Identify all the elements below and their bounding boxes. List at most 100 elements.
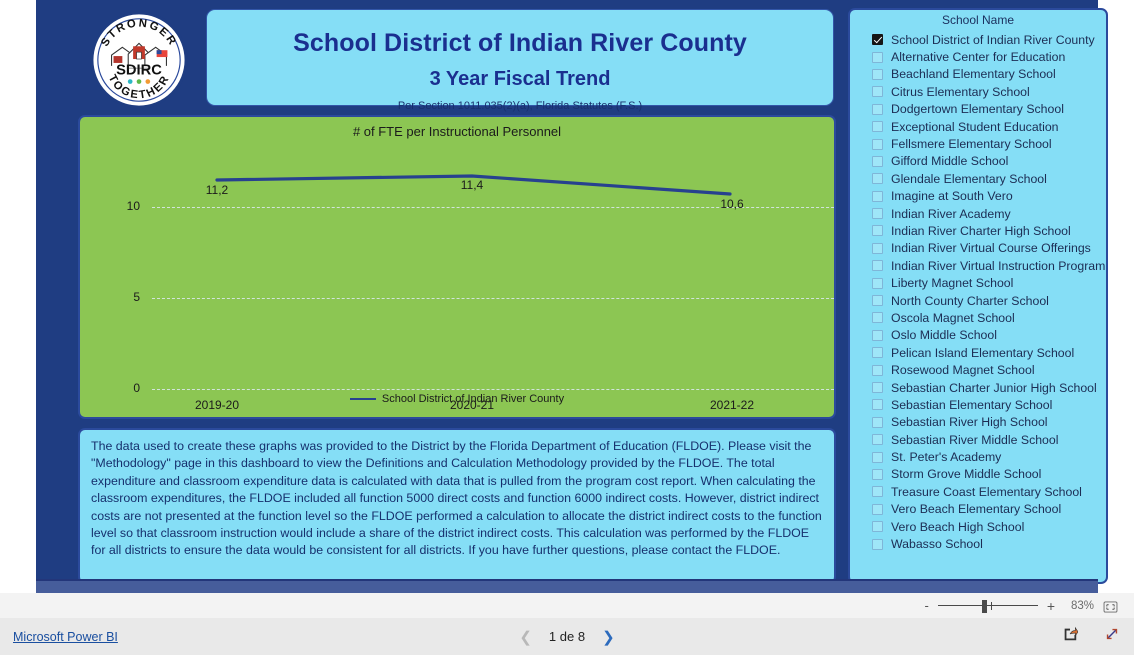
slicer-item-label: North County Charter School [891, 293, 1049, 308]
zoom-slider-tick [990, 601, 992, 610]
slicer-item[interactable]: Indian River Academy [872, 205, 1106, 222]
report-title-card: School District of Indian River County 3… [206, 9, 834, 112]
checkbox-icon[interactable] [872, 382, 883, 393]
checkbox-icon[interactable] [872, 155, 883, 167]
school-name-slicer[interactable]: School Name School District of Indian Ri… [848, 8, 1108, 584]
checkbox-icon[interactable] [872, 103, 883, 115]
slicer-item-label: Sebastian River High School [891, 415, 1048, 430]
checkbox-icon[interactable] [872, 312, 883, 324]
checkbox-icon[interactable] [872, 208, 883, 220]
slicer-item[interactable]: Liberty Magnet School [872, 274, 1106, 291]
slicer-item[interactable]: Storm Grove Middle School [872, 466, 1106, 483]
checkbox-icon[interactable] [872, 521, 883, 533]
legend-label: School District of Indian River County [381, 393, 565, 405]
checkbox-checked-icon[interactable] [872, 34, 883, 46]
checkbox-icon[interactable] [872, 434, 883, 446]
slicer-item[interactable]: Vero Beach Elementary School [872, 501, 1106, 518]
slicer-item[interactable]: Sebastian River High School [872, 414, 1106, 431]
slicer-item[interactable]: Gifford Middle School [872, 153, 1106, 170]
checkbox-icon[interactable] [872, 242, 883, 254]
chart-plot-area: 10 5 0 11,2 11,4 10,6 2019-20 2020-21 20… [80, 145, 834, 412]
slicer-item[interactable]: Oslo Middle School [872, 327, 1106, 344]
slicer-item[interactable]: Citrus Elementary School [872, 83, 1106, 100]
slicer-item-label: Exceptional Student Education [891, 119, 1059, 134]
slicer-item-label: Glendale Elementary School [891, 171, 1047, 186]
slicer-item-label: Beachland Elementary School [891, 67, 1056, 82]
slicer-item[interactable]: Sebastian Elementary School [872, 396, 1106, 413]
slicer-item-label: Oscola Magnet School [891, 310, 1015, 325]
checkbox-icon[interactable] [872, 329, 883, 341]
checkbox-icon[interactable] [872, 260, 883, 272]
share-icon[interactable] [1062, 626, 1079, 647]
slicer-item-label: Indian River Academy [891, 206, 1011, 221]
checkbox-icon[interactable] [872, 486, 883, 498]
slicer-item[interactable]: Imagine at South Vero [872, 188, 1106, 205]
slicer-item[interactable]: Oscola Magnet School [872, 309, 1106, 326]
next-page-icon[interactable]: ❯ [602, 628, 615, 646]
slicer-item[interactable]: Indian River Virtual Instruction Program [872, 257, 1106, 274]
slicer-item-label: St. Peter's Academy [891, 450, 1002, 465]
slicer-header: School Name [941, 13, 1015, 27]
checkbox-icon[interactable] [872, 503, 883, 515]
slicer-item[interactable]: Indian River Charter High School [872, 222, 1106, 239]
zoom-slider-handle[interactable] [981, 599, 987, 613]
checkbox-icon[interactable] [872, 399, 883, 411]
slicer-item[interactable]: Sebastian Charter Junior High School [872, 379, 1106, 396]
checkbox-icon[interactable] [872, 68, 883, 80]
slicer-item[interactable]: Exceptional Student Education [872, 118, 1106, 135]
checkbox-icon[interactable] [872, 51, 883, 63]
slicer-item-label: Indian River Virtual Course Offerings [891, 241, 1091, 256]
checkbox-icon[interactable] [872, 277, 883, 289]
zoom-in-button[interactable]: + [1047, 599, 1055, 613]
slicer-item-label: Indian River Charter High School [891, 223, 1071, 238]
checkbox-icon[interactable] [872, 451, 883, 463]
checkbox-icon[interactable] [872, 416, 883, 428]
slicer-item[interactable]: Vero Beach High School [872, 518, 1106, 535]
checkbox-icon[interactable] [872, 173, 883, 185]
fullscreen-icon[interactable] [1104, 626, 1120, 647]
slicer-item[interactable]: Alternative Center for Education [872, 48, 1106, 65]
methodology-note-text: The data used to create these graphs was… [91, 439, 822, 558]
slicer-item[interactable]: St. Peter's Academy [872, 448, 1106, 465]
footer-actions [1062, 626, 1120, 647]
checkbox-icon[interactable] [872, 364, 883, 376]
slicer-item-label: Indian River Virtual Instruction Program [891, 258, 1106, 273]
checkbox-icon[interactable] [872, 468, 883, 480]
slicer-item[interactable]: Dodgertown Elementary School [872, 101, 1106, 118]
slicer-item-label: Wabasso School [891, 537, 983, 552]
checkbox-icon[interactable] [872, 295, 883, 307]
checkbox-icon[interactable] [872, 138, 883, 150]
slicer-item[interactable]: Beachland Elementary School [872, 66, 1106, 83]
slicer-item-label: Sebastian Charter Junior High School [891, 380, 1097, 395]
slicer-item-label: Sebastian Elementary School [891, 397, 1053, 412]
zoom-slider[interactable] [937, 599, 1038, 613]
slicer-item[interactable]: Treasure Coast Elementary School [872, 483, 1106, 500]
slicer-item[interactable]: Fellsmere Elementary School [872, 135, 1106, 152]
chart-legend[interactable]: School District of Indian River County [80, 393, 834, 405]
slicer-item-label: Imagine at South Vero [891, 189, 1013, 204]
checkbox-icon[interactable] [872, 225, 883, 237]
previous-page-icon[interactable]: ❮ [519, 628, 532, 646]
slicer-item[interactable]: North County Charter School [872, 292, 1106, 309]
slicer-item[interactable]: Rosewood Magnet School [872, 361, 1106, 378]
zoom-out-button[interactable]: - [924, 599, 928, 612]
checkbox-icon[interactable] [872, 121, 883, 133]
page-indicator: 1 de 8 [548, 629, 586, 644]
slicer-item[interactable]: School District of Indian River County [872, 31, 1106, 48]
slicer-item[interactable]: Pelican Island Elementary School [872, 344, 1106, 361]
checkbox-icon[interactable] [872, 347, 883, 359]
slicer-item[interactable]: Wabasso School [872, 535, 1106, 552]
fte-line-chart[interactable]: # of FTE per Instructional Personnel 10 … [78, 115, 836, 419]
statute-citation: Per Section 1011.035(2)(a), Florida Stat… [397, 100, 643, 112]
slicer-item-label: Gifford Middle School [891, 154, 1009, 169]
checkbox-icon[interactable] [872, 538, 883, 550]
fit-to-page-icon[interactable] [1103, 600, 1118, 613]
data-label-2021-22: 10,6 [720, 197, 744, 211]
slicer-item-label: Sebastian River Middle School [891, 432, 1059, 447]
checkbox-icon[interactable] [872, 86, 883, 98]
checkbox-icon[interactable] [872, 190, 883, 202]
slicer-item[interactable]: Indian River Virtual Course Offerings [872, 240, 1106, 257]
sdirc-logo: SDIRC STRONGER TOGETHER [90, 11, 188, 109]
slicer-item[interactable]: Glendale Elementary School [872, 170, 1106, 187]
slicer-item[interactable]: Sebastian River Middle School [872, 431, 1106, 448]
